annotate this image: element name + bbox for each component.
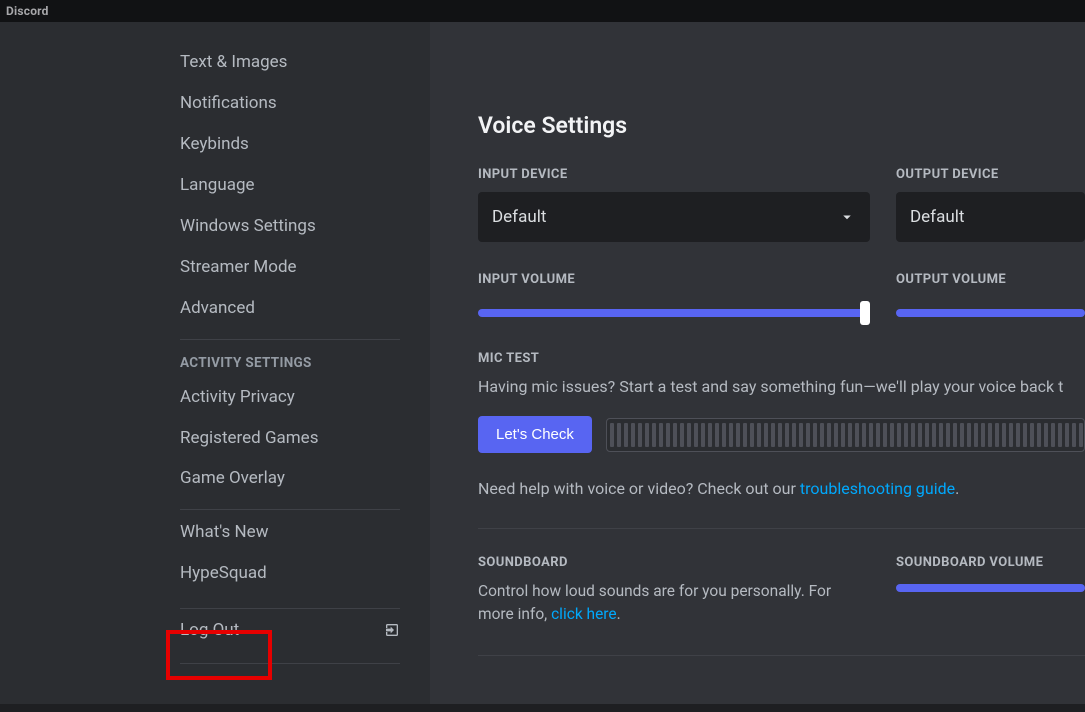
output-volume-label: OUTPUT VOLUME [896,272,1085,287]
sidebar-item-advanced[interactable]: Advanced [180,288,430,329]
soundboard-label: SOUNDBOARD [478,555,870,570]
divider [180,339,400,340]
input-device-value: Default [492,207,546,227]
page-title: Voice Settings [478,112,1085,139]
input-device-label: INPUT DEVICE [478,167,870,182]
output-device-select[interactable]: Default [896,192,1085,242]
divider [478,528,1085,529]
mic-test-label: MIC TEST [478,351,1085,366]
divider [180,663,400,664]
sidebar-item-windows-settings[interactable]: Windows Settings [180,206,430,247]
output-device-label: OUTPUT DEVICE [896,167,1085,182]
divider [180,509,400,510]
output-volume-slider[interactable] [896,309,1085,317]
sidebar-item-streamer-mode[interactable]: Streamer Mode [180,247,430,288]
sidebar-item-language[interactable]: Language [180,165,430,206]
troubleshooting-link[interactable]: troubleshooting guide [800,479,955,498]
sidebar-item-game-overlay[interactable]: Game Overlay [180,458,430,499]
soundboard-volume-label: SOUNDBOARD VOLUME [896,555,1085,570]
chevron-down-icon [838,208,856,226]
soundboard-info-link[interactable]: click here [551,605,617,623]
output-device-value: Default [910,207,964,227]
sidebar-item-registered-games[interactable]: Registered Games [180,418,430,459]
titlebar: Discord [0,0,1085,22]
sidebar-item-notifications[interactable]: Notifications [180,83,430,124]
sidebar-item-whats-new[interactable]: What's New [180,512,430,553]
sidebar-item-hypesquad[interactable]: HypeSquad [180,553,430,594]
sidebar-item-text-images[interactable]: Text & Images [180,42,430,83]
activity-settings-header: ACTIVITY SETTINGS [180,342,430,377]
app-name: Discord [6,4,49,18]
sidebar-item-activity-privacy[interactable]: Activity Privacy [180,377,430,418]
divider [478,655,1085,656]
input-volume-slider[interactable] [478,309,870,317]
sidebar-item-keybinds[interactable]: Keybinds [180,124,430,165]
soundboard-volume-slider[interactable] [896,584,1085,592]
slider-handle[interactable] [860,301,870,325]
logout-icon [384,622,400,638]
input-volume-label: INPUT VOLUME [478,272,870,287]
soundboard-description: Control how loud sounds are for you pers… [478,580,858,625]
mic-test-description: Having mic issues? Start a test and say … [478,376,1085,398]
mic-level-meter [606,418,1085,452]
logout-button[interactable]: Log Out [180,609,430,651]
input-device-select[interactable]: Default [478,192,870,242]
help-text: Need help with voice or video? Check out… [478,479,1085,498]
lets-check-button[interactable]: Let's Check [478,416,592,453]
logout-label: Log Out [180,620,239,640]
sidebar: Text & Images Notifications Keybinds Lan… [180,22,430,704]
content: Voice Settings INPUT DEVICE Default OUTP… [430,22,1085,704]
